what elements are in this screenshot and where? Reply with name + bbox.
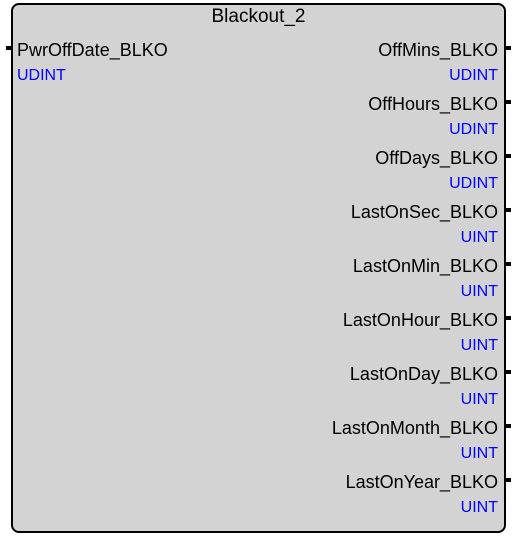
output-connector-offdays[interactable] <box>505 154 511 158</box>
output-pin-name-lastonmin: LastOnMin_BLKO <box>352 256 498 276</box>
output-pin-type-offmins: UDINT <box>449 67 498 84</box>
output-connector-lastonmin[interactable] <box>505 262 511 266</box>
output-pin-type-offhours: UDINT <box>449 121 498 138</box>
block-title: Blackout_2 <box>211 6 306 27</box>
input-pin-type-pwroffdate: UDINT <box>17 67 66 84</box>
output-pin-name-lastonmonth: LastOnMonth_BLKO <box>331 418 498 438</box>
input-connector-pwroffdate[interactable] <box>6 46 12 50</box>
output-pin-name-lastonyear: LastOnYear_BLKO <box>345 472 498 492</box>
output-pin-name-offdays: OffDays_BLKO <box>375 148 498 168</box>
output-pin-name-lastonhour: LastOnHour_BLKO <box>342 310 498 330</box>
output-pin-type-lastonmin: UINT <box>460 283 498 300</box>
output-connector-lastonsec[interactable] <box>505 208 511 212</box>
function-block[interactable]: Blackout_2 PwrOffDate_BLKO UDINT OffMins… <box>11 3 506 533</box>
output-connector-lastonhour[interactable] <box>505 316 511 320</box>
output-pin-name-offhours: OffHours_BLKO <box>368 94 498 114</box>
output-pin-type-lastonday: UINT <box>460 391 498 408</box>
output-pin-type-lastonyear: UINT <box>460 499 498 516</box>
output-pin-name-lastonday: LastOnDay_BLKO <box>349 364 498 384</box>
output-pin-name-offmins: OffMins_BLKO <box>378 40 498 60</box>
output-connector-offmins[interactable] <box>505 46 511 50</box>
output-pin-type-lastonsec: UINT <box>460 229 498 246</box>
output-pin-type-offdays: UDINT <box>449 175 498 192</box>
output-pin-type-lastonmonth: UINT <box>460 445 498 462</box>
output-connector-lastonmonth[interactable] <box>505 424 511 428</box>
output-connector-lastonday[interactable] <box>505 370 511 374</box>
output-pin-type-lastonhour: UINT <box>460 337 498 354</box>
output-connector-lastonyear[interactable] <box>505 478 511 482</box>
input-pin-name-pwroffdate: PwrOffDate_BLKO <box>17 40 168 60</box>
output-pin-name-lastonsec: LastOnSec_BLKO <box>350 202 498 222</box>
output-connector-offhours[interactable] <box>505 100 511 104</box>
